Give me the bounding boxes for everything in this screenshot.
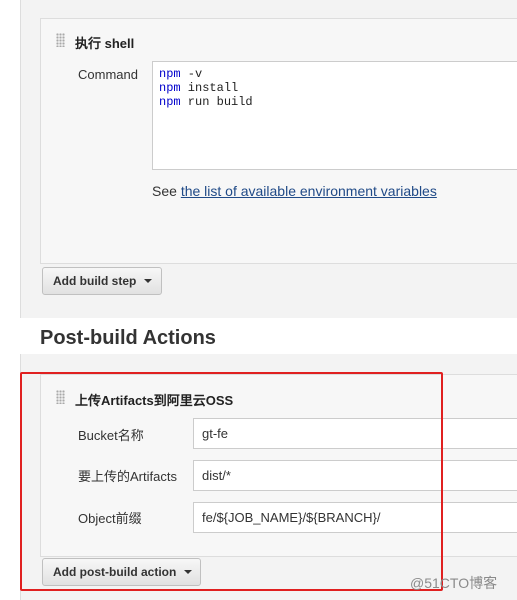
command-label: Command [78,67,138,82]
build-step-title: 执行 shell [75,36,135,51]
highlight-annotation [20,372,443,591]
command-line: npm install [159,81,239,95]
post-build-heading: Post-build Actions [40,327,216,349]
command-line: npm run build [159,95,253,109]
add-build-step-button[interactable]: Add build step [42,267,162,295]
drag-handle-icon[interactable] [56,33,65,47]
env-vars-hint: See the list of available environment va… [152,183,437,199]
caret-down-icon [144,279,153,283]
watermark: @51CTO博客 [410,575,498,591]
env-vars-link[interactable]: the list of available environment variab… [181,183,437,199]
command-line: npm -v [159,67,203,81]
command-textarea[interactable]: npm -v npm install npm run build [152,61,517,170]
